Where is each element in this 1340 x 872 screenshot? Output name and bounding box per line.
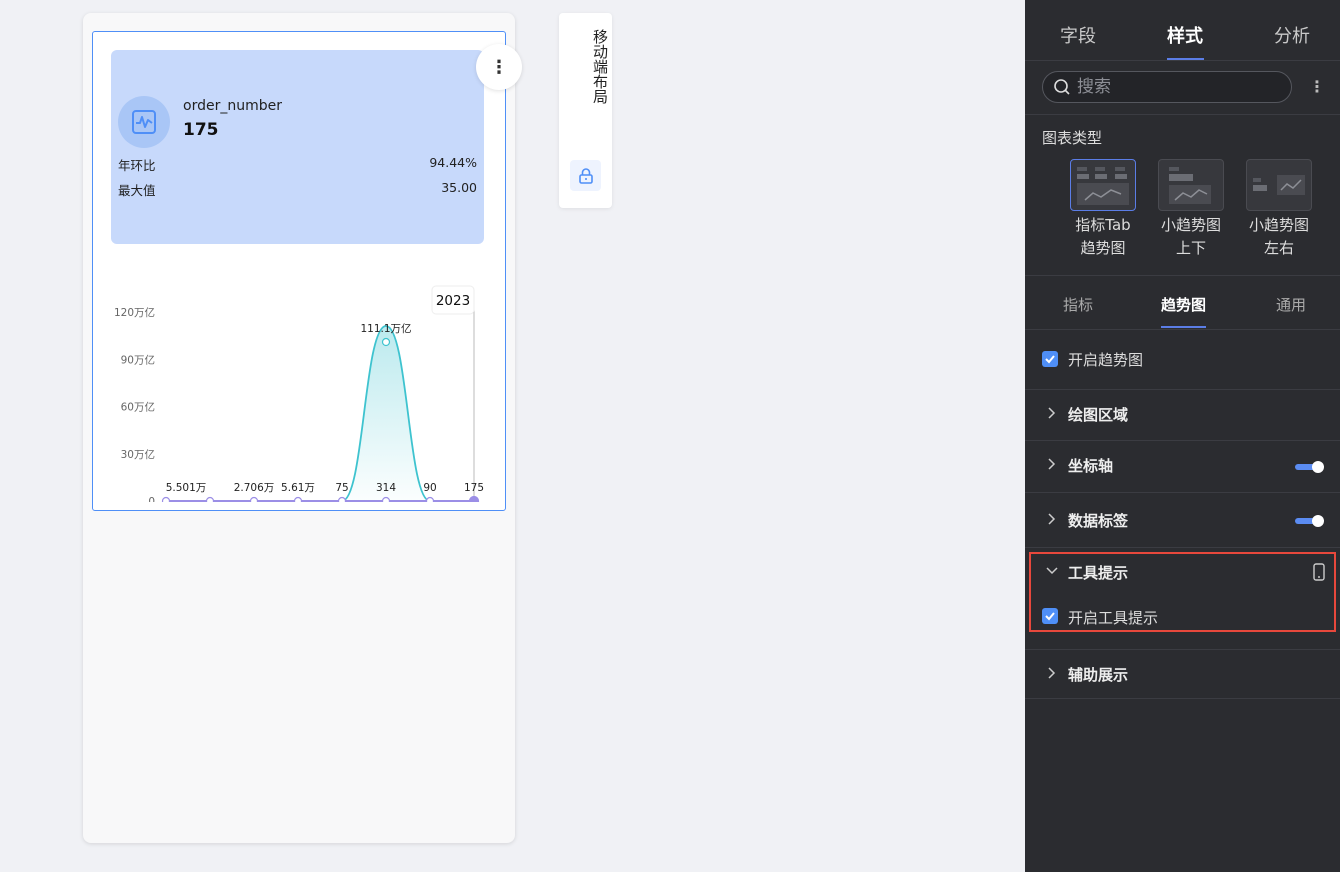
peak-label: 111.1万亿 <box>360 322 411 335</box>
chevron-right-icon <box>1048 513 1056 525</box>
y-tick-label: 0 <box>148 496 155 502</box>
data-label: 2.706万 <box>234 482 275 494</box>
panel-tabs: 字段 样式 分析 <box>1025 8 1340 61</box>
check-icon <box>1045 355 1055 364</box>
series-line <box>166 325 474 502</box>
tab-active-indicator <box>1167 58 1204 60</box>
chart-type-title: 图表类型 <box>1042 129 1103 147</box>
data-point <box>205 496 215 502</box>
chart-thumb-icon <box>1253 175 1305 195</box>
kpi-block: order_number 175 年环比 94.44% 最大值 35.00 <box>111 50 484 244</box>
y-tick-label: 90万亿 <box>121 353 155 366</box>
section-data-labels[interactable]: 数据标签 <box>1025 493 1340 547</box>
chart-type-small-horizontal[interactable] <box>1246 159 1312 211</box>
subtab-indicator[interactable]: 指标 <box>1063 294 1093 315</box>
chevron-right-icon <box>1048 667 1056 679</box>
tab-analysis[interactable]: 分析 <box>1274 22 1310 48</box>
kpi-row-value: 35.00 <box>441 180 477 195</box>
data-point <box>249 496 259 502</box>
y-tick-label: 120万亿 <box>114 306 155 319</box>
section-title: 数据标签 <box>1068 512 1129 530</box>
chart-thumb-icon <box>1169 167 1211 204</box>
data-point <box>161 496 171 502</box>
search-input[interactable] <box>1077 77 1277 97</box>
chart-type-tab-trend[interactable] <box>1070 159 1136 211</box>
section-title: 绘图区域 <box>1068 406 1129 424</box>
tab-fields[interactable]: 字段 <box>1060 22 1096 48</box>
mobile-canvas: order_number 175 年环比 94.44% 最大值 35.00 ⋮ … <box>83 13 522 843</box>
section-axis[interactable]: 坐标轴 <box>1025 441 1340 492</box>
subtab-general[interactable]: 通用 <box>1276 294 1306 315</box>
kpi-row-yoy: 年环比 94.44% <box>118 155 477 174</box>
mobile-layout-label: 移动端布局 <box>591 29 609 104</box>
data-label: 314 <box>376 482 396 494</box>
chart-thumb-icon <box>1077 167 1129 205</box>
indicator-card[interactable]: order_number 175 年环比 94.44% 最大值 35.00 ⋮ … <box>92 31 522 511</box>
divider <box>1025 329 1340 330</box>
series-area <box>166 326 474 501</box>
data-label: 175 <box>464 482 484 494</box>
enable-trend-label: 开启趋势图 <box>1068 351 1144 369</box>
chevron-right-icon <box>1048 407 1056 419</box>
section-plot-area[interactable]: 绘图区域 <box>1025 390 1340 440</box>
chart-type-label: 小趋势图 上下 <box>1160 216 1221 257</box>
data-labels-toggle[interactable] <box>1295 515 1324 527</box>
subtab-active-indicator <box>1161 326 1206 328</box>
metric-name: order_number <box>183 98 282 114</box>
peak-point <box>381 337 391 347</box>
lock-icon[interactable] <box>570 160 601 191</box>
more-options-icon[interactable]: ⋮ <box>1309 77 1325 96</box>
section-title: 坐标轴 <box>1068 457 1114 475</box>
kpi-row-label: 年环比 <box>118 158 156 173</box>
data-point <box>337 496 347 502</box>
divider <box>1025 275 1340 276</box>
data-point <box>293 496 303 502</box>
subtab-trend[interactable]: 趋势图 <box>1161 294 1206 315</box>
chevron-right-icon <box>1048 458 1056 470</box>
enable-trend-checkbox[interactable] <box>1042 351 1058 367</box>
trend-chart[interactable]: 030万亿60万亿90万亿120万亿20135.501万201420152.70… <box>93 262 505 502</box>
kpi-row-value: 94.44% <box>429 155 477 170</box>
chart-type-label: 小趋势图 左右 <box>1248 216 1309 257</box>
chart-type-small-vertical[interactable] <box>1158 159 1224 211</box>
data-point <box>425 496 435 502</box>
data-label: 90 <box>423 482 436 494</box>
data-label: 75 <box>335 482 348 494</box>
y-tick-label: 30万亿 <box>121 448 155 461</box>
line-chart-icon <box>118 96 170 148</box>
section-title: 辅助展示 <box>1068 666 1129 684</box>
divider <box>1025 114 1340 115</box>
kpi-row-label: 最大值 <box>118 183 156 198</box>
data-label: 5.61万 <box>281 482 315 494</box>
data-point <box>381 496 391 502</box>
mobile-layout-toolbar: 移动端布局 <box>559 13 612 208</box>
y-tick-label: 60万亿 <box>121 401 155 414</box>
divider <box>1025 698 1340 699</box>
chart-type-label: 指标Tab 趋势图 <box>1075 216 1131 257</box>
data-label: 5.501万 <box>166 482 207 494</box>
tooltip-label: 2023 <box>436 293 470 309</box>
kpi-row-max: 最大值 35.00 <box>118 180 477 199</box>
metric-value: 175 <box>183 120 219 140</box>
search-box[interactable] <box>1042 71 1292 103</box>
more-vertical-icon[interactable]: ⋮ <box>476 44 522 90</box>
search-icon <box>1054 79 1070 95</box>
highlight-box <box>1029 552 1336 632</box>
section-auxiliary[interactable]: 辅助展示 <box>1025 650 1340 698</box>
data-point <box>468 495 480 502</box>
settings-panel: 字段 样式 分析 ⋮ 图表类型 <box>1025 0 1340 872</box>
axis-toggle[interactable] <box>1295 461 1324 473</box>
tab-style[interactable]: 样式 <box>1167 22 1203 48</box>
